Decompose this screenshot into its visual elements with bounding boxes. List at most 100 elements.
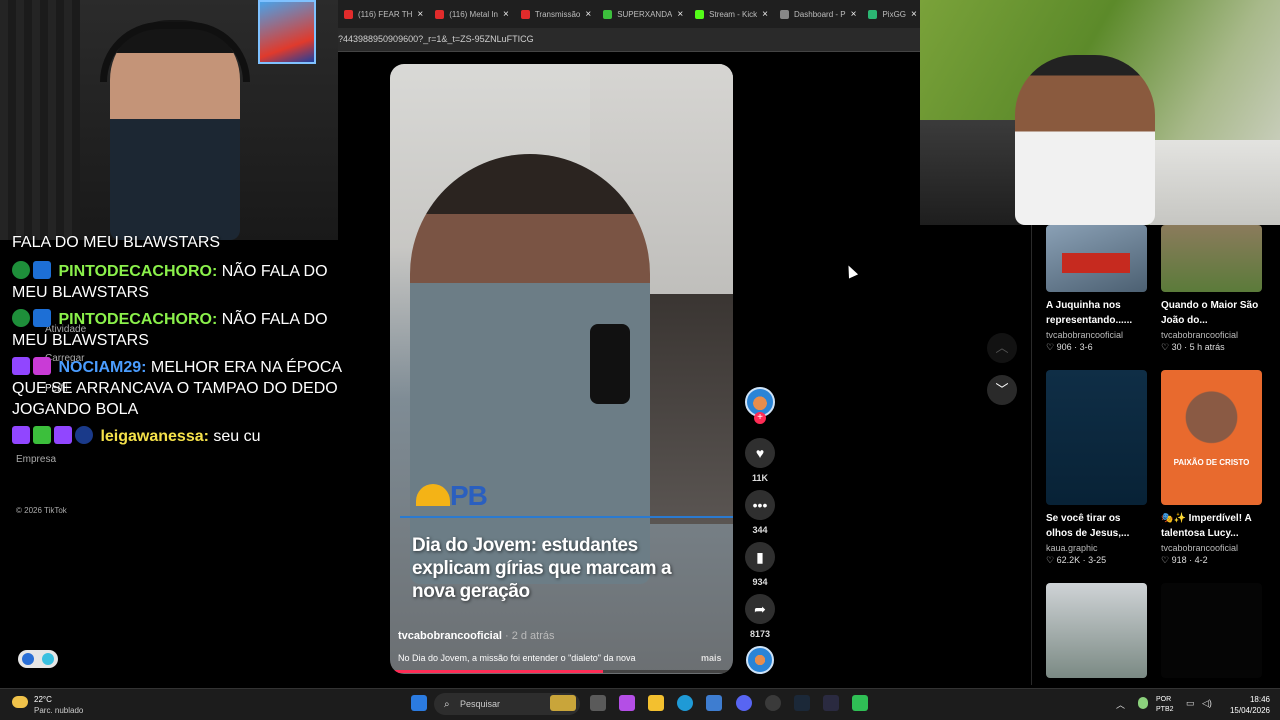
close-tab-icon[interactable]: × [417, 9, 423, 20]
language-indicator[interactable]: POR PTB2 [1156, 695, 1174, 715]
microphone [590, 324, 630, 404]
card-author[interactable]: tvcabobrancooficial [1161, 543, 1262, 553]
guest-figure [1015, 55, 1155, 225]
related-video-card[interactable]: PAIXÃO DE CRISTO 🎭✨ Imperdível! A talent… [1161, 370, 1262, 566]
video-thumbnail[interactable] [1161, 583, 1262, 678]
close-tab-icon[interactable]: × [677, 9, 683, 20]
card-title[interactable]: Se você tirar os olhos de Jesus,... [1046, 511, 1147, 541]
tab-favicon-icon [868, 9, 878, 19]
card-title[interactable]: Quando o Maior São João do... [1161, 298, 1262, 328]
chat-message: leigawanessa: seu cu [12, 426, 342, 447]
guest-webcam-right [920, 0, 1280, 225]
previous-video-button[interactable]: ︿ [987, 333, 1017, 363]
chat-username: PINTODECACHORO: [58, 263, 218, 280]
close-tab-icon[interactable]: × [585, 9, 591, 20]
comment-action[interactable]: ••• 344 [744, 490, 776, 535]
thumbnail-overlay-text: PAIXÃO DE CRISTO [1173, 458, 1250, 467]
bookmark-icon[interactable]: ▮ [745, 542, 775, 572]
like-action[interactable]: ♥ 11K [744, 438, 776, 483]
search-placeholder: Pesquisar [460, 699, 501, 709]
close-tab-icon[interactable]: × [851, 9, 857, 20]
power-icon[interactable] [42, 653, 54, 665]
close-tab-icon[interactable]: × [911, 9, 917, 20]
save-action[interactable]: ▮ 934 [744, 542, 776, 587]
twitch-badge-icon [12, 357, 30, 375]
headphones [100, 22, 250, 82]
twitch-badge-icon [12, 426, 30, 444]
address-bar[interactable]: ?443988950909600?_r=1&_t=ZS-95ZNLuFTICG [338, 28, 920, 52]
close-tab-icon[interactable]: × [503, 9, 509, 20]
sidebar-item-company[interactable]: Empresa [16, 454, 56, 465]
superman-image [258, 0, 316, 64]
music-disc-icon[interactable] [746, 646, 774, 674]
chevron-up-icon[interactable]: ︿ [1116, 698, 1125, 711]
author-name[interactable]: tvcabobrancooficial [398, 630, 502, 642]
steam-icon[interactable] [794, 695, 810, 711]
browser-tab[interactable]: SUPERXANDA × [597, 0, 689, 28]
obs-icon[interactable] [765, 695, 781, 711]
heart-icon[interactable]: ♥ [745, 438, 775, 468]
tab-favicon-icon [435, 9, 445, 19]
video-player[interactable]: PB Dia do Jovem: estudantes explicam gír… [390, 64, 733, 674]
video-thumbnail[interactable] [1046, 225, 1147, 292]
related-video-card[interactable] [1046, 583, 1147, 678]
card-stats: ♡ 906 · 3-6 [1046, 342, 1093, 352]
video-thumbnail[interactable]: PAIXÃO DE CRISTO [1161, 370, 1262, 505]
follow-plus-icon[interactable]: + [754, 412, 766, 424]
floating-tools[interactable] [18, 650, 58, 668]
tab-title: (116) FEAR TH [358, 9, 413, 19]
app-six-icon[interactable] [823, 695, 839, 711]
edge-icon[interactable] [677, 695, 693, 711]
browser-tab[interactable]: Dashboard - P × [774, 0, 862, 28]
network-icon[interactable]: ▭ [1186, 698, 1195, 709]
card-author[interactable]: tvcabobrancooficial [1046, 330, 1147, 340]
card-title[interactable]: 🎭✨ Imperdível! A talentosa Lucy... [1161, 511, 1262, 541]
browser-tab[interactable]: PixGG × [862, 0, 920, 28]
microphone-icon[interactable] [1138, 697, 1148, 709]
more-button[interactable]: mais [701, 653, 722, 663]
share-icon[interactable]: ➦ [745, 594, 775, 624]
card-title[interactable]: A Juquinha nos representando...... [1046, 298, 1147, 328]
browser-tab[interactable]: Transmissão × [515, 0, 597, 28]
next-video-button[interactable]: ﹀ [987, 375, 1017, 405]
related-video-card[interactable]: A Juquinha nos representando...... tvcab… [1046, 225, 1147, 353]
url-text: ?443988950909600?_r=1&_t=ZS-95ZNLuFTICG [338, 34, 534, 44]
file-explorer-icon[interactable] [648, 695, 664, 711]
post-time: · 2 d atrás [501, 630, 555, 642]
photos-icon[interactable] [706, 695, 722, 711]
video-thumbnail[interactable] [1046, 370, 1147, 505]
card-stats: ♡ 30 · 5 h atrás [1161, 342, 1225, 352]
keyboard-layout: PTB2 [1156, 706, 1174, 713]
browser-tab[interactable]: Stream - Kick × [689, 0, 774, 28]
close-tab-icon[interactable]: × [762, 9, 768, 20]
browser-tab-strip: (116) FEAR TH × (116) Metal In × Transmissão… [338, 0, 920, 28]
comment-icon[interactable]: ••• [745, 490, 775, 520]
heart-badge-icon [33, 357, 51, 375]
system-clock[interactable]: 18:46 15/04/2026 [1226, 694, 1270, 716]
app-icon[interactable] [22, 653, 34, 665]
discord-icon[interactable] [736, 695, 752, 711]
copilot-icon[interactable] [619, 695, 635, 711]
progress-fill [390, 670, 603, 673]
video-author[interactable]: tvcabobrancooficial · 2 d atrás [398, 630, 555, 642]
bed [1150, 140, 1280, 225]
browser-tab[interactable]: (116) FEAR TH × [338, 0, 429, 28]
card-author[interactable]: tvcabobrancooficial [1161, 330, 1262, 340]
browser-tab[interactable]: (116) Metal In × [429, 0, 515, 28]
chat-message: NOCIAM29: MELHOR ERA NA ÉPOCA QUE SE ARR… [12, 357, 342, 420]
related-video-card[interactable]: Se você tirar os olhos de Jesus,... kaua… [1046, 370, 1147, 566]
video-thumbnail[interactable] [1161, 225, 1262, 292]
app-green-icon[interactable] [852, 695, 868, 711]
related-video-card[interactable]: Quando o Maior São João do... tvcabobran… [1161, 225, 1262, 353]
video-thumbnail[interactable] [1046, 583, 1147, 678]
card-author[interactable]: kaua.graphic [1046, 543, 1147, 553]
task-view-icon[interactable] [590, 695, 606, 711]
related-video-card[interactable] [1161, 583, 1262, 678]
windows-start-icon[interactable] [411, 695, 427, 711]
chat-message: PINTODECACHORO: NÃO FALA DO MEU BLAWSTAR… [12, 309, 342, 351]
share-action[interactable]: ➦ 8173 [744, 594, 776, 639]
tab-favicon-icon [695, 9, 705, 19]
volume-icon[interactable]: ◁) [1202, 698, 1212, 709]
chat-message: PINTODECACHORO: NÃO FALA DO MEU BLAWSTAR… [12, 261, 342, 303]
tab-title: Transmissão [534, 9, 581, 19]
